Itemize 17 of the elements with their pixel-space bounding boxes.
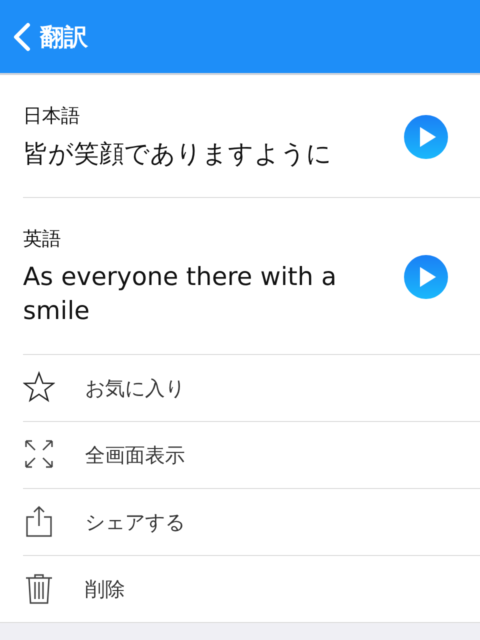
phrase-text: 皆が笑顔でありますように <box>23 138 333 170</box>
action-row[interactable]: シェアする <box>23 489 480 556</box>
action-label: シェアする <box>85 508 185 536</box>
phrase-text: As everyone there with a smile <box>23 261 338 327</box>
language-label: 英語 <box>23 227 62 252</box>
trash-icon <box>23 572 55 606</box>
action-label: 全画面表示 <box>85 442 185 468</box>
star-icon <box>23 371 55 405</box>
language-label: 日本語 <box>23 104 81 129</box>
action-label: お気に入り <box>85 374 185 402</box>
action-row[interactable]: 削除 <box>23 556 480 622</box>
play-button[interactable] <box>404 115 448 159</box>
action-row[interactable]: お気に入り <box>23 355 480 422</box>
action-row[interactable]: 全画面表示 <box>23 422 480 489</box>
play-button[interactable] <box>404 255 448 299</box>
action-label: 削除 <box>85 576 125 602</box>
back-chevron-icon <box>12 22 32 52</box>
